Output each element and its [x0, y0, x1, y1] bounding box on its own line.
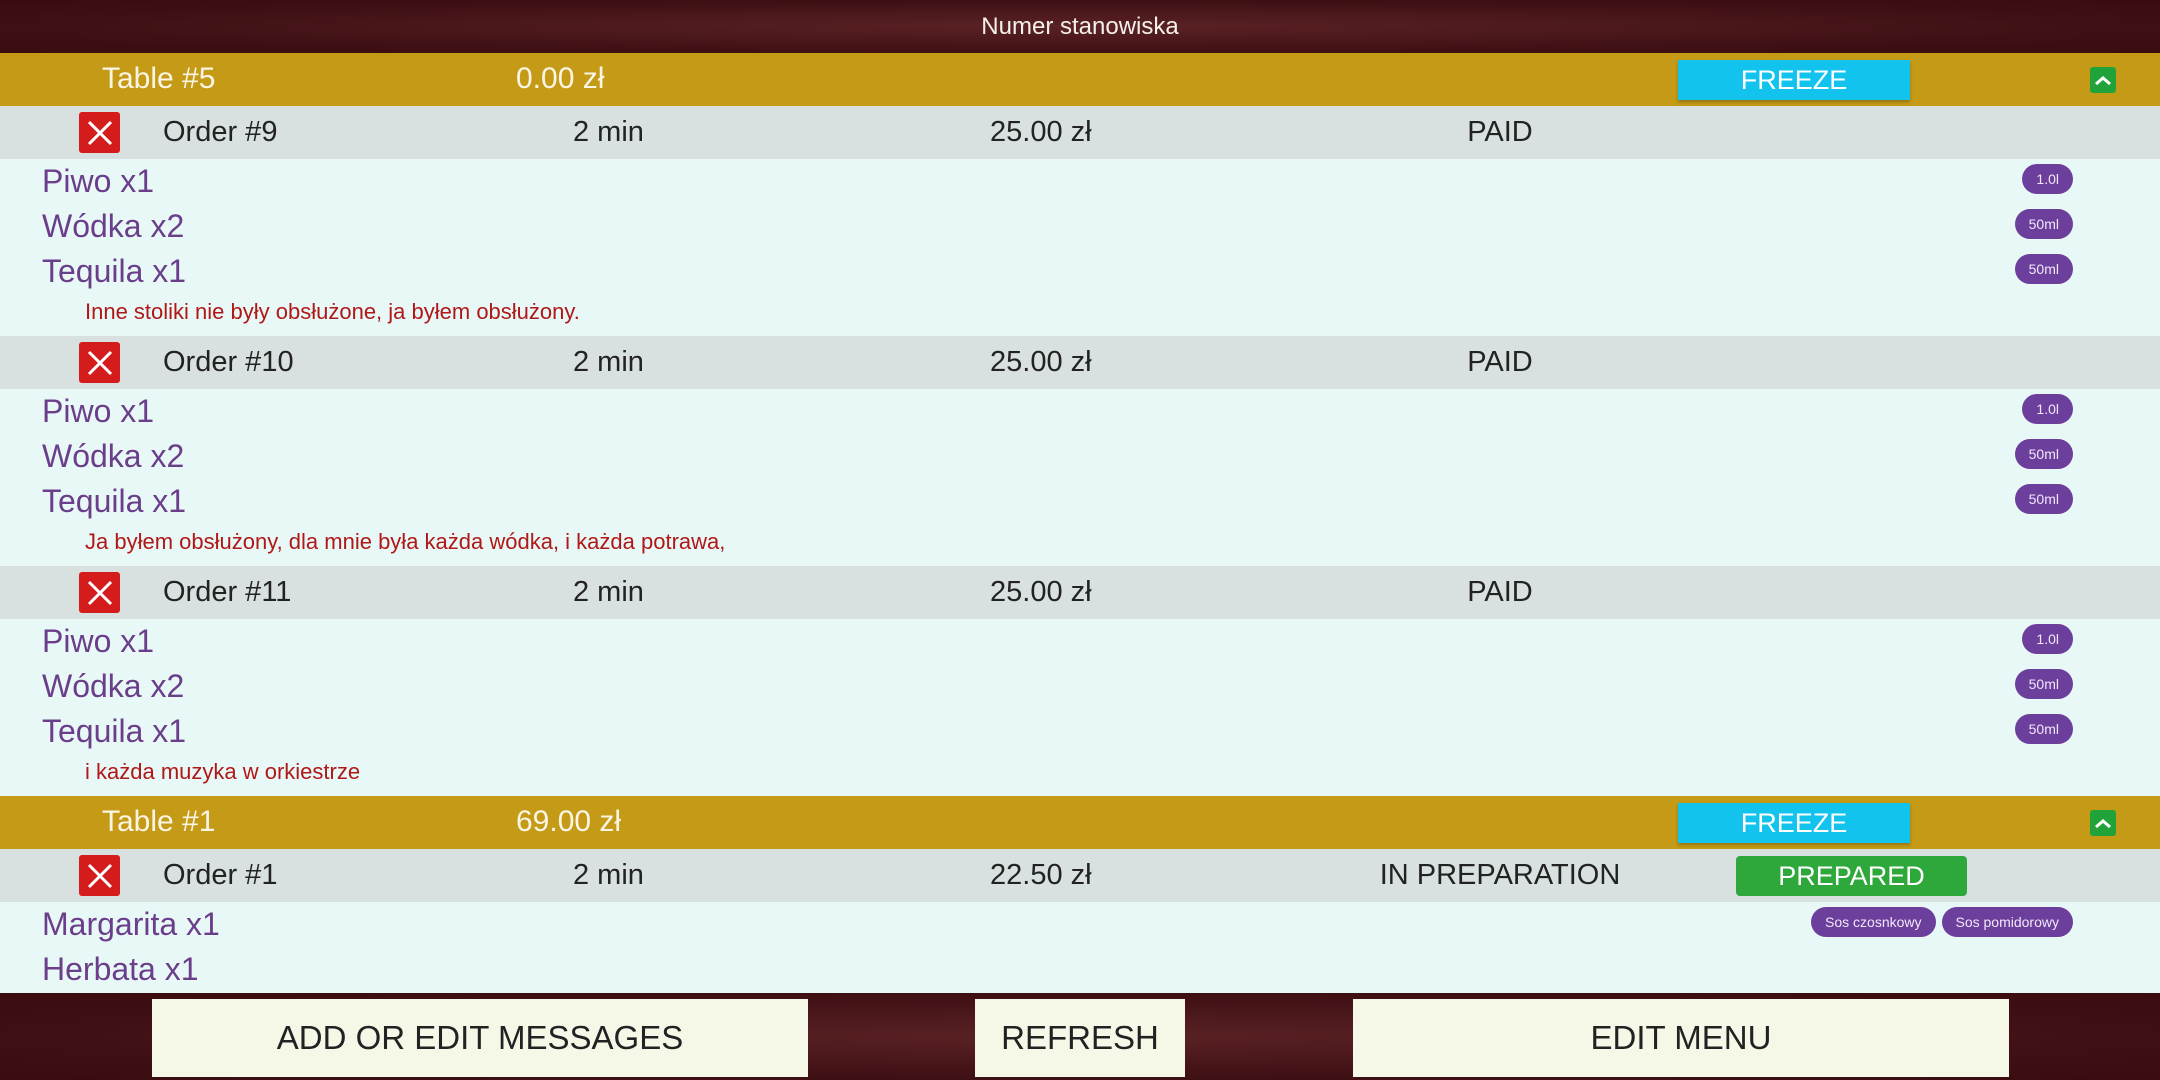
order-name: Order #9: [163, 116, 278, 148]
orders-list: Table #5 0.00 zł FREEZE Order #9 2 min 2…: [0, 53, 2160, 993]
order-price: 22.50 zł: [990, 859, 1092, 891]
order-header: Order #10 2 min 25.00 zł PAID: [0, 336, 2160, 389]
item-name: Piwo x1: [42, 623, 155, 659]
freeze-button[interactable]: FREEZE: [1678, 60, 1910, 100]
station-title: Numer stanowiska: [981, 12, 1179, 40]
order-items: Piwo x1 1.0l Wódka x2 50ml Tequila x1 50…: [0, 619, 2160, 796]
item-tag: 1.0l: [2022, 164, 2073, 194]
delete-order-button[interactable]: [79, 855, 120, 896]
table-header: Table #5 0.00 zł FREEZE: [0, 53, 2160, 106]
table-name: Table #1: [102, 805, 216, 838]
table-total: 0.00 zł: [516, 62, 605, 95]
table-header: Table #1 69.00 zł FREEZE: [0, 796, 2160, 849]
list-item: Piwo x1 1.0l: [0, 389, 2160, 434]
order-status: IN PREPARATION: [1379, 859, 1621, 891]
item-name: Tequila x1: [42, 253, 187, 289]
close-icon: [87, 580, 112, 605]
item-tag: 50ml: [2014, 484, 2073, 514]
list-item: Wódka x2 50ml: [0, 204, 2160, 249]
item-tag: 1.0l: [2022, 394, 2073, 424]
list-item: Wódka x2 50ml: [0, 664, 2160, 709]
item-name: Tequila x1: [42, 483, 187, 519]
order-header: Order #1 2 min 22.50 zł IN PREPARATION P…: [0, 849, 2160, 902]
item-tag: 50ml: [2014, 669, 2073, 699]
item-name: Margarita x1: [42, 906, 220, 942]
order-message: Inne stoliki nie były obsłużone, ja byłe…: [85, 299, 580, 324]
bottom-bar: ADD OR EDIT MESSAGES REFRESH EDIT MENU: [0, 993, 2160, 1080]
close-icon: [87, 120, 112, 145]
item-tag: 1.0l: [2022, 624, 2073, 654]
list-item: Tequila x1 50ml: [0, 249, 2160, 294]
collapse-button[interactable]: [2090, 67, 2116, 93]
table-name: Table #5: [102, 62, 216, 95]
order-items: Margarita x1 Sos czosnkowy Sos pomidorow…: [0, 902, 2160, 992]
order-price: 25.00 zł: [990, 116, 1092, 148]
order-time: 2 min: [573, 346, 644, 378]
item-tag: 50ml: [2014, 209, 2073, 239]
list-item: Tequila x1 50ml: [0, 479, 2160, 524]
item-name: Wódka x2: [42, 668, 185, 704]
freeze-button[interactable]: FREEZE: [1678, 803, 1910, 843]
order-time: 2 min: [573, 116, 644, 148]
order-time: 2 min: [573, 576, 644, 608]
order-name: Order #11: [163, 576, 292, 608]
item-name: Wódka x2: [42, 208, 185, 244]
list-item: Herbata x1: [0, 947, 2160, 992]
item-tag: 50ml: [2014, 439, 2073, 469]
order-message: i każda muzyka w orkiestrze: [85, 759, 361, 784]
chevron-up-icon: [2095, 819, 2111, 829]
delete-order-button[interactable]: [79, 342, 120, 383]
order-status: PAID: [1467, 346, 1533, 378]
item-tag: 50ml: [2014, 714, 2073, 744]
order-status: PAID: [1467, 576, 1533, 608]
prepared-button[interactable]: PREPARED: [1736, 856, 1967, 896]
list-item: Tequila x1 50ml: [0, 709, 2160, 754]
add-edit-messages-button[interactable]: ADD OR EDIT MESSAGES: [152, 999, 808, 1077]
order-header: Order #11 2 min 25.00 zł PAID: [0, 566, 2160, 619]
order-name: Order #1: [163, 859, 278, 891]
collapse-button[interactable]: [2090, 810, 2116, 836]
item-name: Herbata x1: [42, 951, 199, 987]
delete-order-button[interactable]: [79, 112, 120, 153]
chevron-up-icon: [2095, 76, 2111, 86]
order-name: Order #10: [163, 346, 294, 378]
order-header: Order #9 2 min 25.00 zł PAID: [0, 106, 2160, 159]
item-name: Tequila x1: [42, 713, 187, 749]
top-bar: Numer stanowiska: [0, 0, 2160, 53]
table-total: 69.00 zł: [516, 805, 622, 838]
order-items: Piwo x1 1.0l Wódka x2 50ml Tequila x1 50…: [0, 389, 2160, 566]
item-name: Piwo x1: [42, 393, 155, 429]
refresh-button[interactable]: REFRESH: [975, 999, 1185, 1077]
order-price: 25.00 zł: [990, 576, 1092, 608]
item-tag: 50ml: [2014, 254, 2073, 284]
delete-order-button[interactable]: [79, 572, 120, 613]
order-time: 2 min: [573, 859, 644, 891]
order-price: 25.00 zł: [990, 346, 1092, 378]
item-tag: Sos pomidorowy: [1941, 907, 2073, 937]
edit-menu-button[interactable]: EDIT MENU: [1353, 999, 2009, 1077]
list-item: Piwo x1 1.0l: [0, 619, 2160, 664]
item-name: Wódka x2: [42, 438, 185, 474]
list-item: Margarita x1 Sos czosnkowy Sos pomidorow…: [0, 902, 2160, 947]
order-status: PAID: [1467, 116, 1533, 148]
close-icon: [87, 350, 112, 375]
list-item: Piwo x1 1.0l: [0, 159, 2160, 204]
list-item: Wódka x2 50ml: [0, 434, 2160, 479]
close-icon: [87, 863, 112, 888]
order-message: Ja byłem obsłużony, dla mnie była każda …: [85, 529, 726, 554]
order-items: Piwo x1 1.0l Wódka x2 50ml Tequila x1 50…: [0, 159, 2160, 336]
item-tag: Sos czosnkowy: [1811, 907, 1936, 937]
item-name: Piwo x1: [42, 163, 155, 199]
